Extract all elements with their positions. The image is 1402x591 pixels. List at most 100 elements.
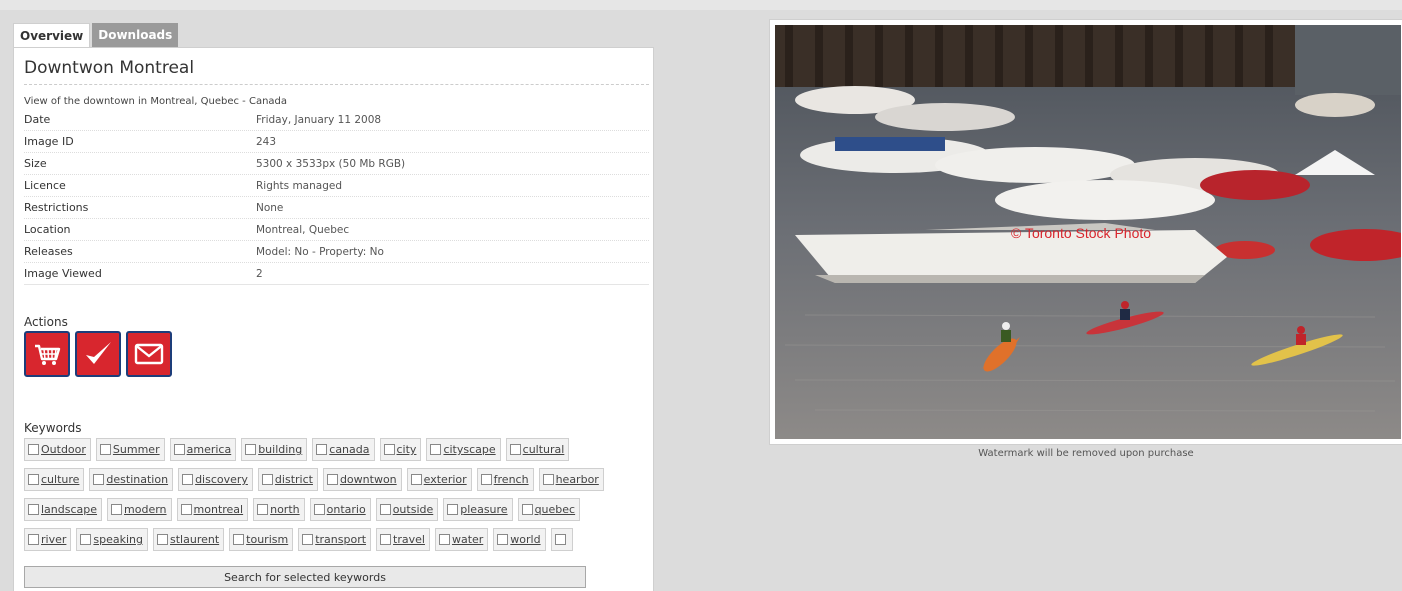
keyword-chip[interactable]: culture [24,468,85,491]
keyword-label[interactable]: north [270,503,300,516]
keyword-chip[interactable]: Summer [95,438,165,461]
add-to-cart-button[interactable] [24,331,70,377]
keyword-label[interactable]: french [494,473,529,486]
keyword-chip[interactable]: cityscape [426,438,501,461]
keyword-chip[interactable]: city [379,438,422,461]
email-button[interactable] [126,331,172,377]
keyword-label[interactable]: pleasure [460,503,507,516]
keyword-chip[interactable]: downtwon [322,468,402,491]
keyword-checkbox[interactable] [430,444,442,455]
keyword-label[interactable]: canada [329,443,369,456]
keyword-chip[interactable]: exterior [406,468,472,491]
keyword-checkbox[interactable] [554,534,566,545]
keyword-chip[interactable]: north [253,498,305,521]
search-keywords-button[interactable]: Search for selected keywords [24,566,586,588]
keyword-checkbox[interactable] [326,474,338,485]
keyword-checkbox[interactable] [313,504,325,515]
keyword-checkbox[interactable] [180,504,192,515]
keyword-checkbox[interactable] [509,444,521,455]
keyword-chip[interactable]: french [476,468,534,491]
keyword-chip[interactable]: travel [376,528,430,551]
keyword-label[interactable]: transport [315,533,366,546]
keyword-chip[interactable]: hearbor [538,468,604,491]
keyword-label[interactable]: discovery [195,473,248,486]
keyword-chip[interactable]: transport [298,528,372,551]
keyword-label[interactable]: culture [41,473,79,486]
keyword-label[interactable]: landscape [41,503,97,516]
keyword-label[interactable]: downtwon [340,473,397,486]
keyword-chip[interactable]: world [493,528,546,551]
keyword-checkbox[interactable] [80,534,92,545]
keyword-checkbox[interactable] [521,504,533,515]
keyword-label[interactable]: exterior [424,473,467,486]
keyword-chip[interactable]: landscape [24,498,103,521]
keyword-label[interactable]: america [187,443,232,456]
keyword-checkbox[interactable] [302,534,314,545]
keyword-label[interactable]: destination [106,473,168,486]
keyword-checkbox[interactable] [157,534,168,545]
keyword-checkbox[interactable] [542,474,554,485]
keyword-label[interactable]: ontario [327,503,366,516]
keyword-label[interactable]: cultural [523,443,565,456]
keyword-label[interactable]: water [452,533,483,546]
keyword-label[interactable]: speaking [93,533,143,546]
keyword-label[interactable]: building [258,443,302,456]
keyword-checkbox[interactable] [480,474,492,485]
keyword-chip[interactable] [550,528,573,551]
keyword-checkbox[interactable] [28,474,39,485]
keyword-checkbox[interactable] [380,534,392,545]
keyword-checkbox[interactable] [438,534,450,545]
keyword-chip[interactable]: montreal [176,498,249,521]
keyword-checkbox[interactable] [245,444,257,455]
keyword-checkbox[interactable] [233,534,245,545]
keyword-label[interactable]: Outdoor [41,443,86,456]
keyword-label[interactable]: montreal [194,503,244,516]
keyword-label[interactable]: district [275,473,313,486]
keyword-checkbox[interactable] [28,534,39,545]
keyword-checkbox[interactable] [497,534,509,545]
keyword-chip[interactable]: modern [107,498,172,521]
keyword-chip[interactable]: river [24,528,72,551]
keyword-checkbox[interactable] [383,444,395,455]
keyword-label[interactable]: cityscape [443,443,495,456]
keyword-label[interactable]: world [510,533,540,546]
keyword-chip[interactable]: discovery [178,468,253,491]
keyword-checkbox[interactable] [28,504,39,515]
keyword-label[interactable]: stlaurent [170,533,219,546]
keyword-checkbox[interactable] [410,474,422,485]
keyword-chip[interactable]: destination [89,468,174,491]
keyword-chip[interactable]: ontario [309,498,371,521]
keyword-chip[interactable]: speaking [76,528,148,551]
keyword-checkbox[interactable] [447,504,459,515]
keyword-chip[interactable]: cultural [505,438,570,461]
keyword-chip[interactable]: canada [312,438,375,461]
keyword-label[interactable]: quebec [535,503,576,516]
keyword-checkbox[interactable] [28,444,39,455]
keyword-checkbox[interactable] [173,444,185,455]
keyword-chip[interactable]: pleasure [443,498,513,521]
keyword-checkbox[interactable] [316,444,328,455]
keyword-chip[interactable]: quebec [517,498,581,521]
keyword-label[interactable]: tourism [246,533,288,546]
tab-downloads[interactable]: Downloads [92,23,179,48]
keyword-chip[interactable]: Outdoor [24,438,91,461]
keyword-label[interactable]: modern [124,503,167,516]
keyword-chip[interactable]: outside [375,498,439,521]
keyword-chip[interactable]: america [169,438,237,461]
keyword-chip[interactable]: stlaurent [153,528,225,551]
lightbox-add-button[interactable] [75,331,121,377]
keyword-checkbox[interactable] [379,504,391,515]
keyword-checkbox[interactable] [93,474,105,485]
keyword-label[interactable]: river [41,533,66,546]
keyword-label[interactable]: hearbor [556,473,599,486]
keyword-label[interactable]: city [397,443,417,456]
keyword-chip[interactable]: building [241,438,308,461]
keyword-checkbox[interactable] [261,474,273,485]
keyword-label[interactable]: travel [393,533,425,546]
tab-overview[interactable]: Overview [13,23,91,48]
keyword-chip[interactable]: water [434,528,489,551]
keyword-checkbox[interactable] [257,504,269,515]
keyword-checkbox[interactable] [99,444,111,455]
keyword-checkbox[interactable] [111,504,123,515]
keyword-checkbox[interactable] [182,474,194,485]
